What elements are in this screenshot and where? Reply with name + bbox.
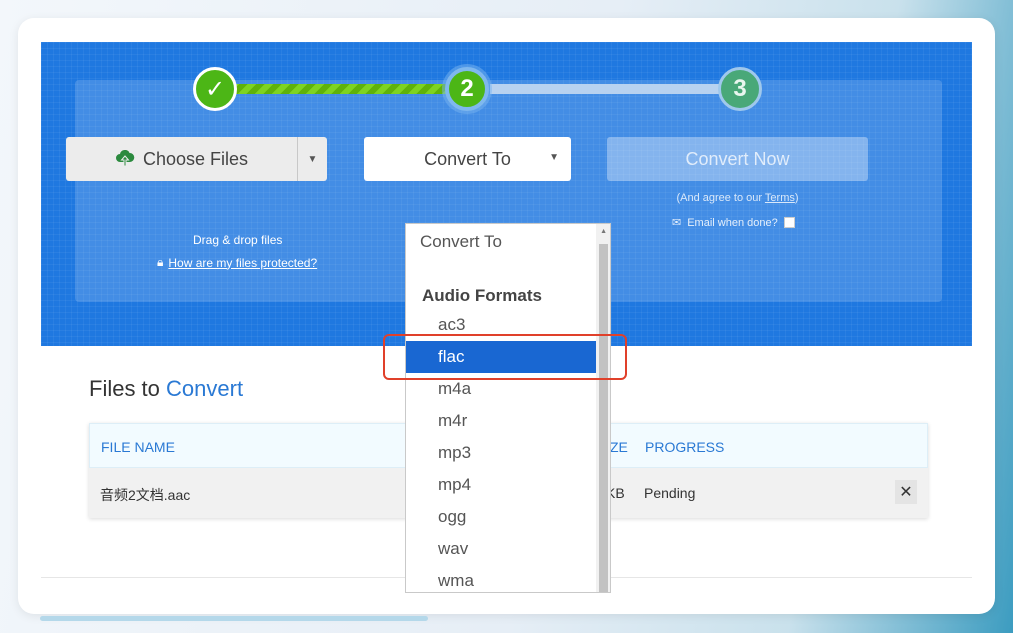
convert-to-select[interactable]: Convert To ▼ [364,137,571,181]
selection-highlight-box [383,334,627,380]
email-label: Email when done? [687,216,778,229]
file-name-cell: 音频2文档.aac [100,487,191,503]
step-2: 2 [445,67,489,111]
upload-source-dropdown[interactable]: ▼ [297,137,327,181]
choose-files-label: Choose Files [142,148,249,169]
format-dropdown-list[interactable]: Convert To Audio Formats ac3 flac m4a m4… [405,223,611,593]
format-option-mp4[interactable]: mp4 [406,469,598,501]
progress-track-pending [490,84,738,94]
protection-link[interactable]: How are my files protected? [168,256,317,270]
convert-now-button[interactable]: Convert Now [607,137,868,181]
terms-link[interactable]: Terms [765,192,795,204]
format-option-m4r[interactable]: m4r [406,405,598,437]
column-file-name: FILE NAME [101,439,175,455]
format-option-ogg[interactable]: ogg [406,501,598,533]
lock-icon: 🔒︎ [157,255,164,269]
terms-agreement: (And agree to our Terms) [676,192,799,204]
caret-down-icon: ▼ [307,153,318,165]
dropdown-group-label: Audio Formats [422,286,542,305]
step-3: 3 [718,67,762,111]
drag-drop-text: Drag & drop files [193,233,283,247]
files-title: Files to Convert [89,376,244,401]
email-option: ✉ Email when done? [672,216,795,229]
scroll-indicator [40,616,428,621]
caret-down-icon: ▼ [549,152,559,163]
envelope-icon: ✉ [672,217,682,229]
convert-to-label: Convert To [424,148,511,169]
format-option-mp3[interactable]: mp3 [406,437,598,469]
column-progress: PROGRESS [645,439,725,455]
remove-file-button[interactable]: ✕ [895,480,917,504]
column-size: ZE [610,439,628,455]
step-1-check-icon: ✓ [193,67,237,111]
scrollbar-thumb[interactable] [599,244,608,592]
progress-cell: Pending [644,485,696,501]
protection-info: 🔒︎ How are my files protected? [157,255,317,270]
scroll-up-icon[interactable]: ▲ [600,228,607,235]
choose-files-button[interactable]: Choose Files [66,137,297,181]
format-option-wma[interactable]: wma [406,565,598,592]
dropdown-placeholder[interactable]: Convert To [420,226,610,258]
dropdown-scrollbar[interactable]: ▲ [596,224,610,592]
format-option-wav[interactable]: wav [406,533,598,565]
email-checkbox[interactable] [783,217,795,228]
progress-track-complete [215,84,467,94]
cloud-upload-icon [115,150,135,167]
